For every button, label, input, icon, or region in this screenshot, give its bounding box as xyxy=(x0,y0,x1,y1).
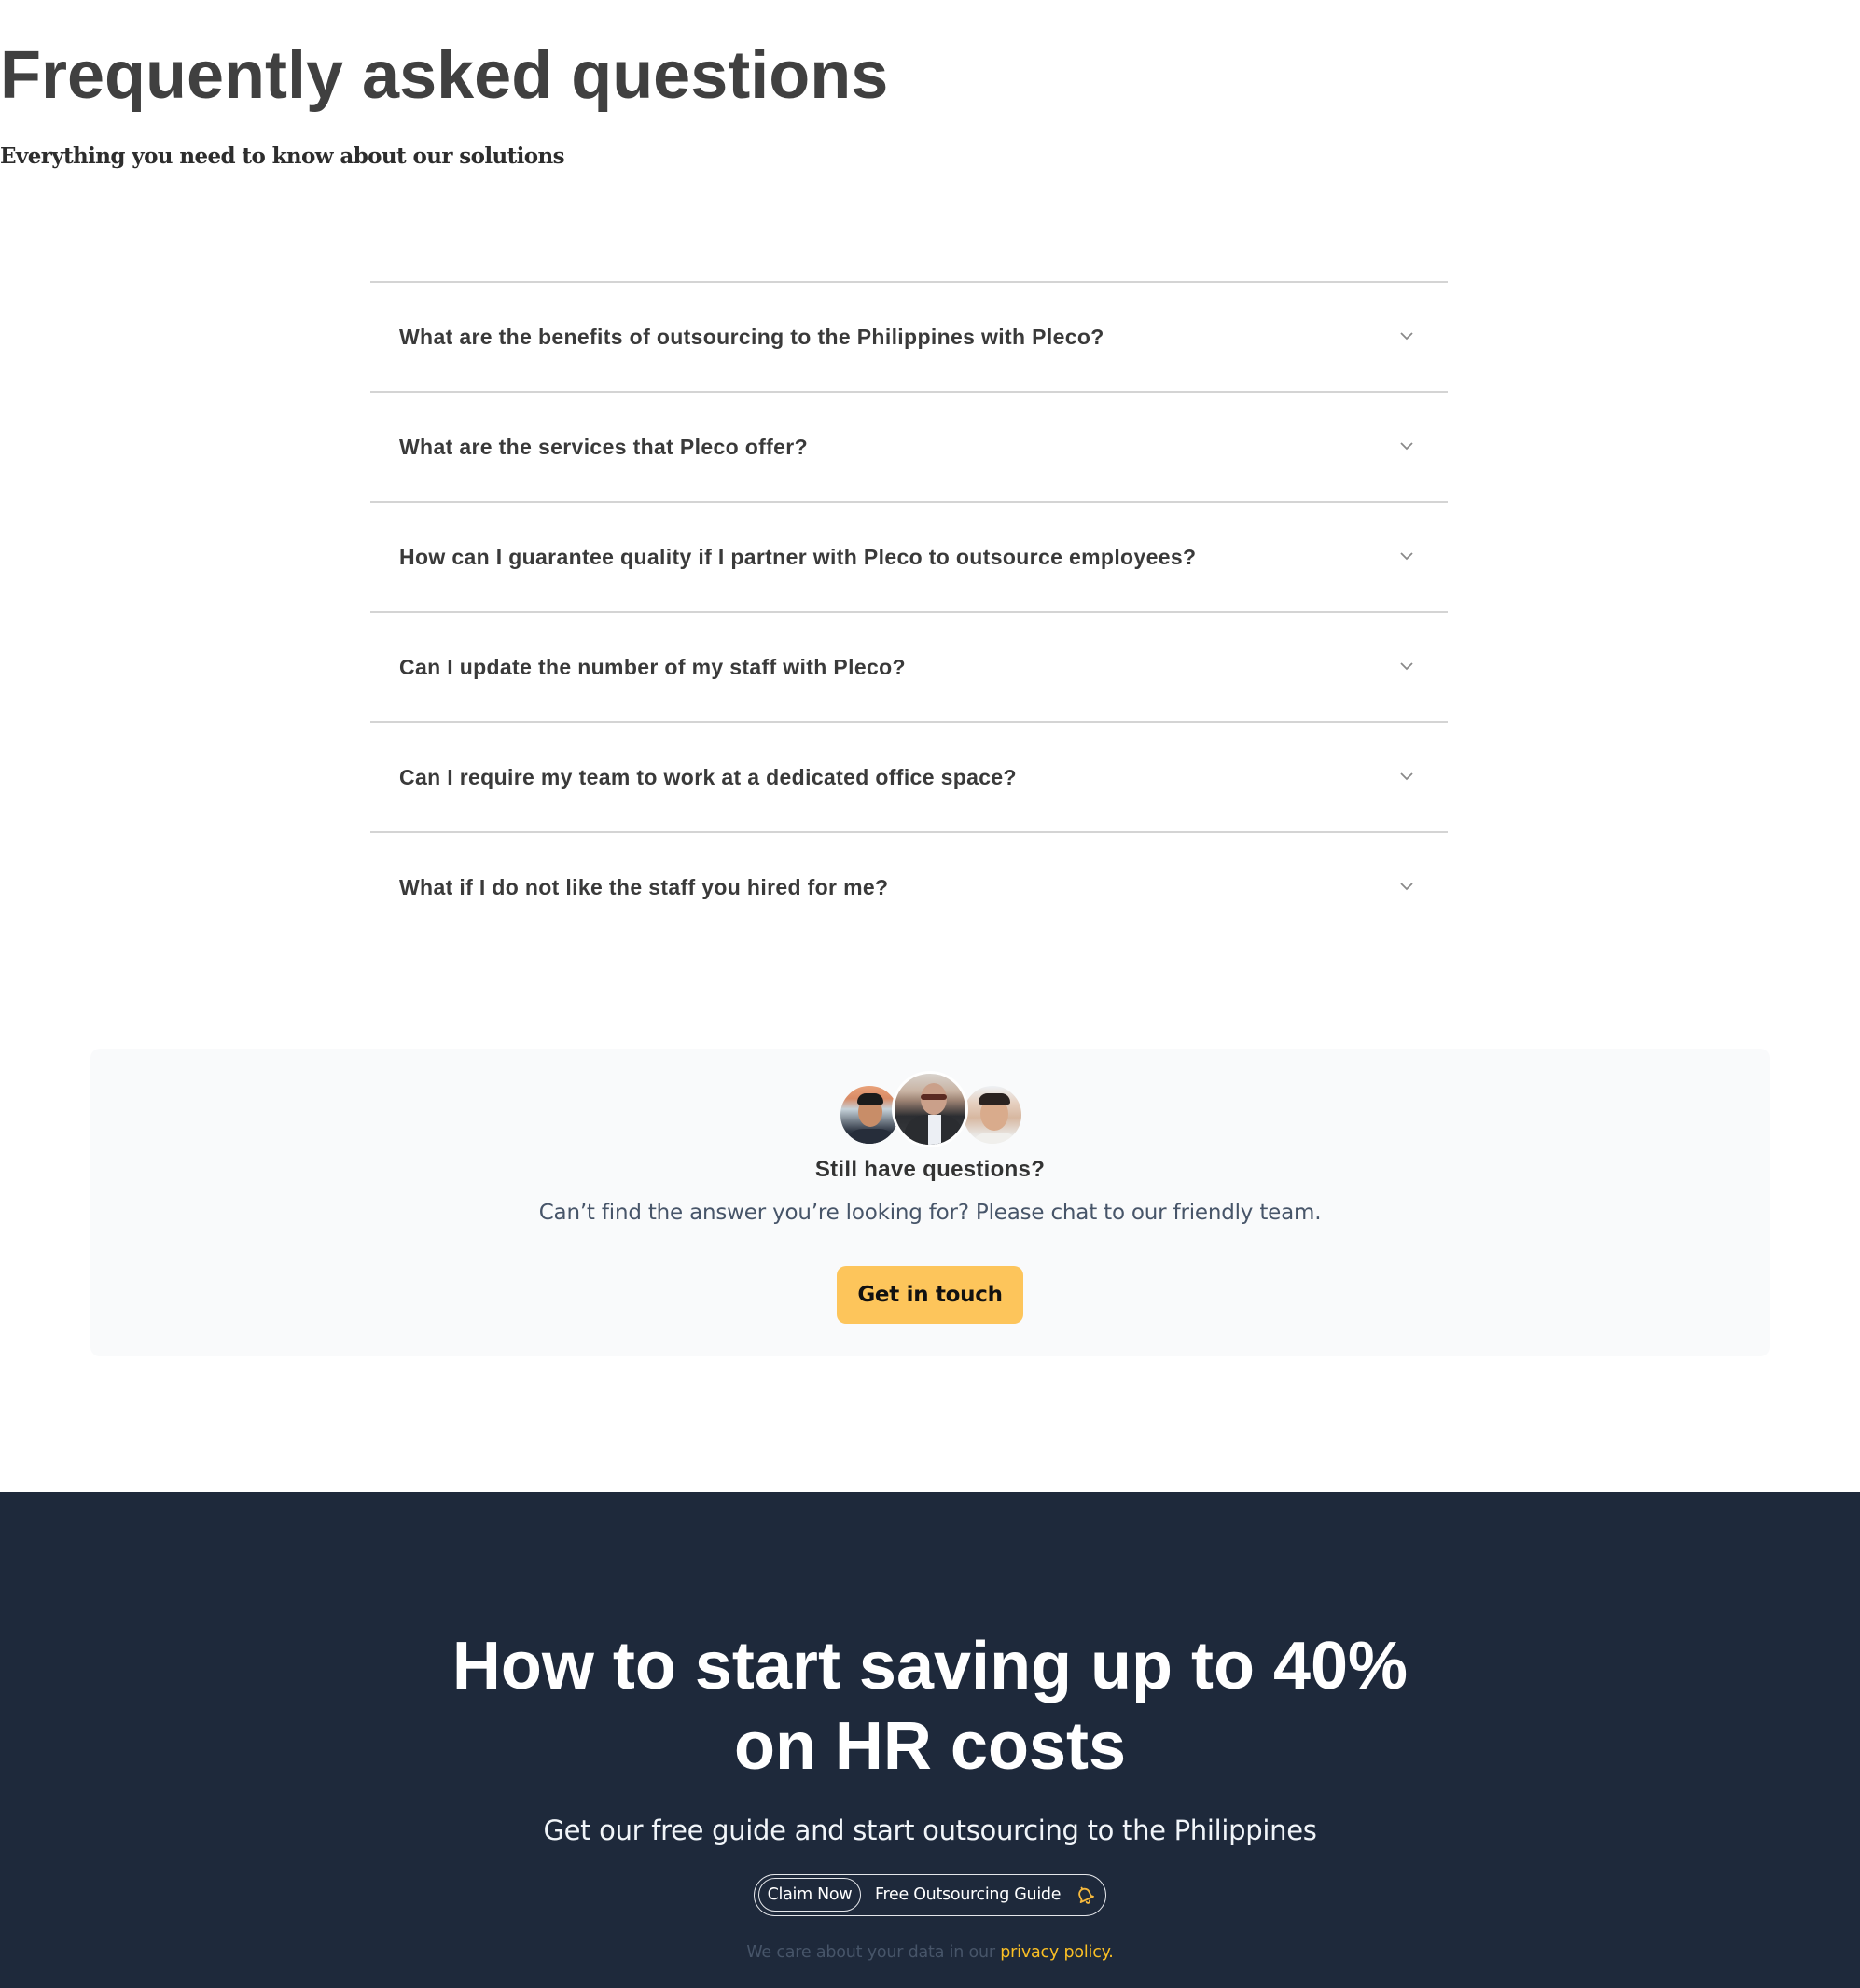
avatar xyxy=(892,1071,968,1147)
faq-item[interactable]: Can I require my team to work at a dedic… xyxy=(370,721,1448,831)
free-guide-label[interactable]: Free Outsourcing Guide xyxy=(875,1875,1062,1914)
chevron-down-icon[interactable] xyxy=(1399,439,1414,452)
chevron-down-icon[interactable] xyxy=(1399,770,1414,783)
avatar xyxy=(961,1083,1024,1147)
cta-description: Can’t find the answer you’re looking for… xyxy=(538,1201,1322,1225)
faq-item[interactable]: What are the services that Pleco offer? xyxy=(370,391,1448,501)
promo-title-line1: How to start saving up to 40% xyxy=(451,1629,1409,1703)
promo-title: How to start saving up to 40% on HR cost… xyxy=(0,1626,1860,1786)
claim-guide-button[interactable]: Claim Now Free Outsourcing Guide xyxy=(754,1874,1106,1916)
faq-question: What if I do not like the staff you hire… xyxy=(399,875,889,899)
faq-accordion: What are the benefits of outsourcing to … xyxy=(370,281,1448,941)
chevron-down-icon[interactable] xyxy=(1399,880,1414,893)
promo-subtitle: Get our free guide and start outsourcing… xyxy=(543,1814,1317,1846)
privacy-notice: We care about your data in our privacy p… xyxy=(0,1940,1860,1965)
faq-item[interactable]: What if I do not like the staff you hire… xyxy=(370,831,1448,941)
chevron-down-icon[interactable] xyxy=(1399,329,1414,342)
faq-title: Frequently asked questions xyxy=(0,38,889,113)
faq-question: How can I guarantee quality if I partner… xyxy=(399,545,1197,569)
faq-question: What are the services that Pleco offer? xyxy=(399,435,809,459)
faq-question: Can I update the number of my staff with… xyxy=(399,655,906,679)
faq-item[interactable]: How can I guarantee quality if I partner… xyxy=(370,501,1448,611)
faq-question: What are the benefits of outsourcing to … xyxy=(399,325,1104,349)
faq-question: Can I require my team to work at a dedic… xyxy=(399,765,1017,789)
faq-subtitle: Everything you need to know about our so… xyxy=(0,144,565,169)
claim-now-badge[interactable]: Claim Now xyxy=(758,1878,861,1912)
bell-icon xyxy=(1075,1884,1095,1905)
cta-title: Still have questions? xyxy=(814,1157,1046,1182)
privacy-policy-link[interactable]: privacy policy. xyxy=(1000,1943,1114,1962)
chevron-down-icon[interactable] xyxy=(1399,660,1414,673)
privacy-text: We care about your data in our xyxy=(746,1943,1001,1962)
faq-item[interactable]: What are the benefits of outsourcing to … xyxy=(370,281,1448,391)
get-in-touch-button[interactable]: Get in touch xyxy=(837,1266,1023,1324)
team-avatars xyxy=(838,1071,1024,1149)
promo-title-line2: on HR costs xyxy=(733,1709,1127,1784)
chevron-down-icon[interactable] xyxy=(1399,549,1414,563)
faq-item[interactable]: Can I update the number of my staff with… xyxy=(370,611,1448,721)
